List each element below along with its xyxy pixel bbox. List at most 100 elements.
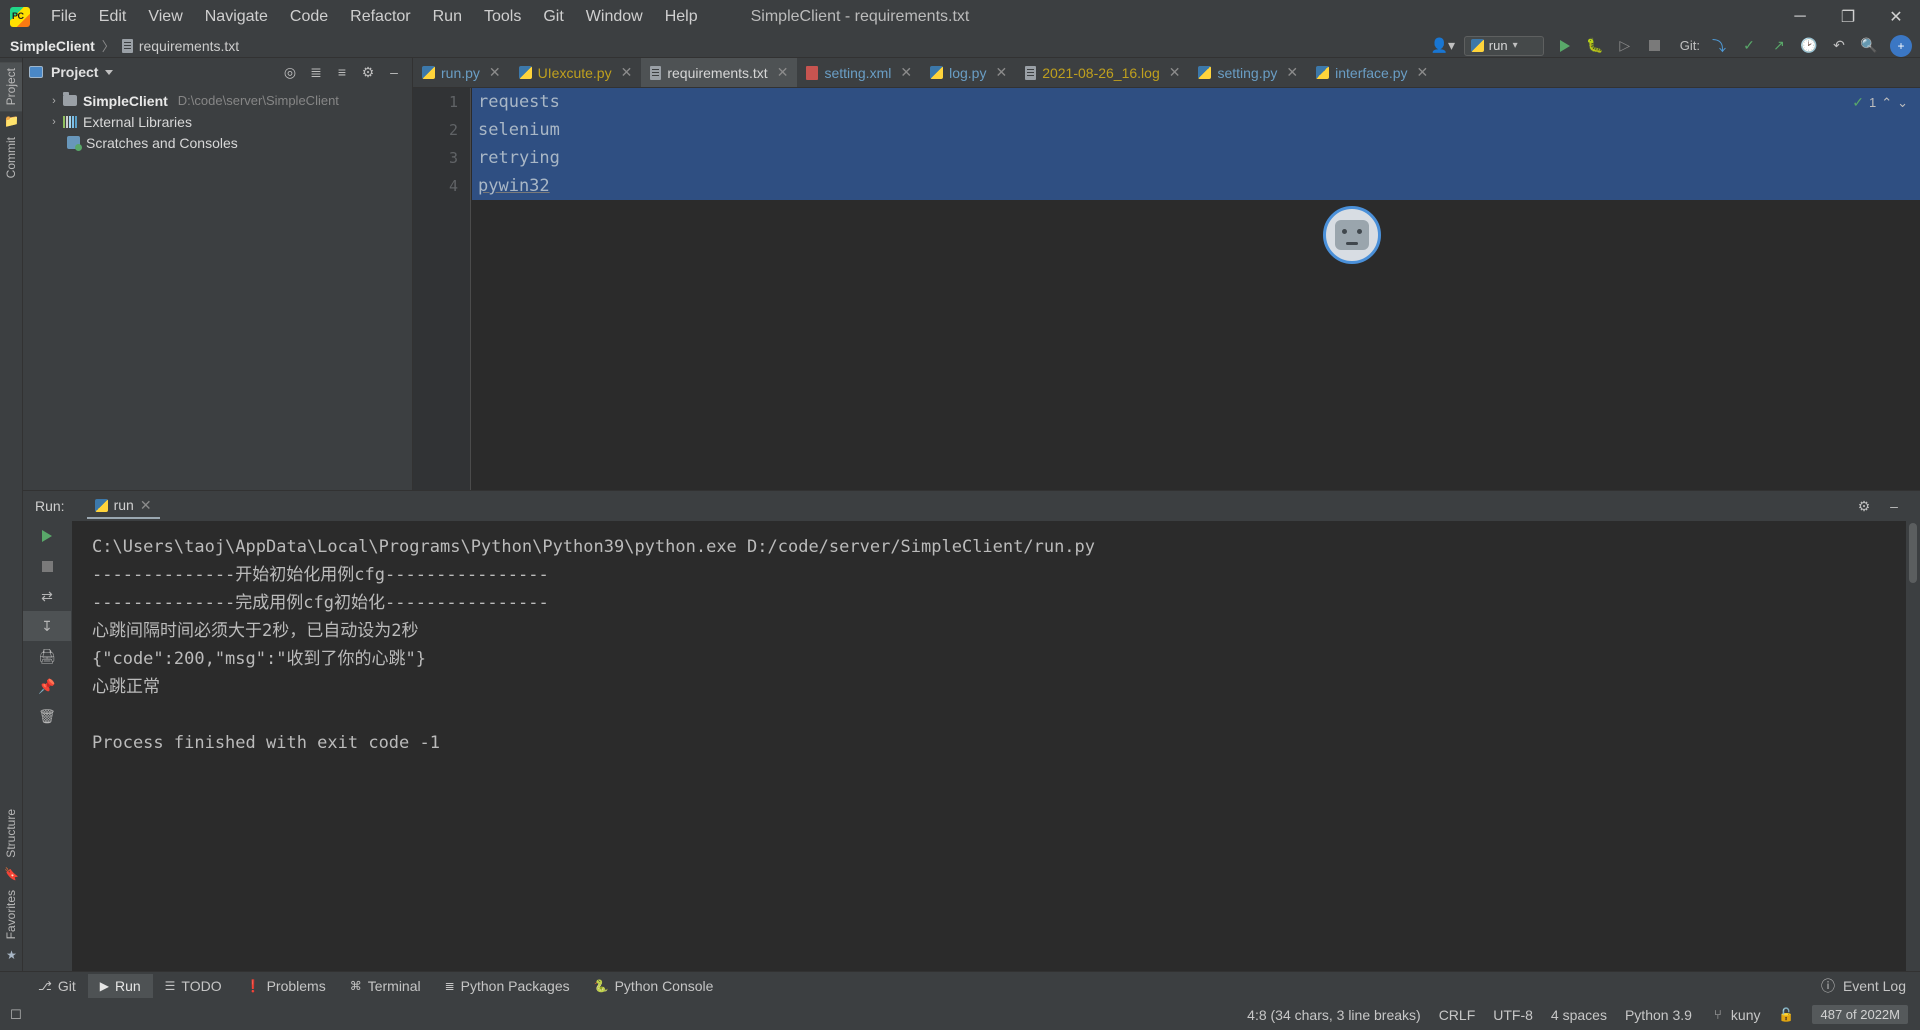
- tree-node-scratches[interactable]: Scratches and Consoles: [23, 132, 412, 153]
- code-line[interactable]: pywin32: [478, 172, 1920, 200]
- editor-tab-run-py[interactable]: run.py ✕: [413, 58, 510, 87]
- indent-setting[interactable]: 4 spaces: [1551, 1007, 1607, 1023]
- close-icon[interactable]: ✕: [900, 64, 912, 81]
- folder-icon[interactable]: 📁: [0, 111, 23, 131]
- lock-icon[interactable]: 🔓: [1778, 1007, 1794, 1023]
- history-clock-icon[interactable]: 🕑: [1794, 34, 1824, 58]
- bottom-tab-python-console[interactable]: 🐍 Python Console: [582, 974, 726, 998]
- soft-wrap-icon[interactable]: ⇄: [23, 581, 71, 611]
- run-coverage-icon[interactable]: ▷: [1610, 34, 1640, 58]
- editor-tab-2021-08-26_16-log[interactable]: 2021-08-26_16.log ✕: [1016, 58, 1189, 87]
- menu-code[interactable]: Code: [279, 4, 339, 30]
- chevron-up-icon[interactable]: ⌃: [1881, 95, 1892, 111]
- git-branch-widget[interactable]: ⑂ kuny: [1710, 1007, 1760, 1023]
- inspection-widget[interactable]: ✓ 1 ⌃ ⌄: [1852, 94, 1908, 111]
- bottom-tab-run[interactable]: ▶ Run: [87, 973, 153, 998]
- menu-edit[interactable]: Edit: [88, 4, 138, 30]
- scroll-to-end-icon[interactable]: ↧: [23, 611, 71, 641]
- editor-tab-interface-py[interactable]: interface.py ✕: [1307, 58, 1437, 87]
- user-icon[interactable]: 👤▾: [1428, 34, 1458, 58]
- editor-tab-requirements-txt[interactable]: requirements.txt ✕: [641, 58, 798, 87]
- close-icon[interactable]: ✕: [1286, 64, 1298, 81]
- settings-gear-icon[interactable]: ⚙: [356, 60, 380, 84]
- menu-help[interactable]: Help: [654, 4, 709, 30]
- bottom-tab-git[interactable]: ⎇ Git: [26, 974, 88, 998]
- menu-view[interactable]: View: [137, 4, 193, 30]
- bottom-tab-python-packages[interactable]: ≣ Python Packages: [433, 974, 582, 998]
- minimize-button[interactable]: ─: [1776, 0, 1824, 34]
- tree-node-external-libraries[interactable]: › External Libraries: [23, 111, 412, 132]
- settings-gear-icon[interactable]: ⚙: [1852, 494, 1876, 518]
- menu-window[interactable]: Window: [575, 4, 654, 30]
- run-configuration-selector[interactable]: run ▾: [1463, 35, 1544, 56]
- tree-node-simpleclient[interactable]: › SimpleClient D:\code\server\SimpleClie…: [23, 90, 412, 111]
- editor-tab-setting-xml[interactable]: setting.xml ✕: [797, 58, 921, 87]
- file-encoding[interactable]: UTF-8: [1493, 1007, 1533, 1023]
- sidebar-item-project[interactable]: Project: [0, 62, 22, 112]
- code-line[interactable]: requests: [478, 88, 1920, 116]
- editor-tab-log-py[interactable]: log.py ✕: [921, 58, 1016, 87]
- menu-file[interactable]: File: [40, 4, 88, 30]
- menu-refactor[interactable]: Refactor: [339, 4, 421, 30]
- close-button[interactable]: ✕: [1872, 0, 1920, 34]
- git-commit-check-icon[interactable]: ✓: [1734, 34, 1764, 58]
- close-icon[interactable]: ✕: [621, 64, 633, 81]
- close-icon[interactable]: ✕: [1417, 64, 1429, 81]
- close-icon[interactable]: ✕: [777, 64, 789, 81]
- caret-position[interactable]: 4:8 (34 chars, 3 line breaks): [1247, 1007, 1421, 1023]
- event-log-area[interactable]: ⓘ Event Log: [1821, 976, 1920, 996]
- memory-indicator[interactable]: 487 of 2022M: [1812, 1005, 1908, 1024]
- editor-tab-setting-py[interactable]: setting.py ✕: [1189, 58, 1307, 87]
- git-push-arrow-icon[interactable]: ↗: [1764, 34, 1794, 58]
- hide-minus-icon[interactable]: –: [382, 60, 406, 84]
- layout-toggle-icon[interactable]: ☐: [8, 1007, 24, 1023]
- run-triangle-icon[interactable]: [1550, 34, 1580, 58]
- rerun-play-icon[interactable]: [23, 521, 71, 551]
- locate-target-icon[interactable]: ◎: [278, 60, 302, 84]
- breadcrumb-file[interactable]: requirements.txt: [139, 38, 239, 54]
- star-icon[interactable]: ★: [0, 945, 23, 965]
- hide-minus-icon[interactable]: –: [1882, 494, 1906, 518]
- sidebar-item-favorites[interactable]: Favorites: [0, 884, 22, 945]
- chevron-down-icon[interactable]: ⌄: [1897, 95, 1908, 111]
- run-console[interactable]: C:\Users\taoj\AppData\Local\Programs\Pyt…: [72, 521, 1906, 972]
- editor-tab-uiexcute-py[interactable]: UIexcute.py ✕: [510, 58, 642, 87]
- stop-square-icon[interactable]: [1640, 34, 1670, 58]
- close-icon[interactable]: ✕: [140, 497, 152, 514]
- menu-tools[interactable]: Tools: [473, 4, 532, 30]
- editor-area[interactable]: 1 2 3 4 requests selenium retrying pywin32 ✓ 1…: [413, 88, 1920, 490]
- menu-git[interactable]: Git: [532, 4, 574, 30]
- code-line[interactable]: retrying: [478, 144, 1920, 172]
- expand-all-icon[interactable]: ≣: [304, 60, 328, 84]
- trash-icon[interactable]: 🗑: [23, 701, 71, 731]
- code-line[interactable]: selenium: [478, 116, 1920, 144]
- menu-run[interactable]: Run: [422, 4, 473, 30]
- close-icon[interactable]: ✕: [1169, 64, 1181, 81]
- chevron-right-icon[interactable]: ›: [47, 94, 61, 108]
- pin-icon[interactable]: 📌: [23, 671, 71, 701]
- bottom-tab-todo[interactable]: ☰ TODO: [153, 974, 234, 998]
- debug-bug-icon[interactable]: 🐛: [1580, 34, 1610, 58]
- stop-square-icon[interactable]: [23, 551, 71, 581]
- git-update-icon[interactable]: ⤵: [1704, 34, 1734, 58]
- close-icon[interactable]: ✕: [489, 64, 501, 81]
- search-magnifier-icon[interactable]: 🔍: [1854, 34, 1884, 58]
- sidebar-item-commit[interactable]: Commit: [0, 131, 22, 184]
- line-separator[interactable]: CRLF: [1439, 1007, 1476, 1023]
- menu-navigate[interactable]: Navigate: [194, 4, 279, 30]
- breadcrumb-project[interactable]: SimpleClient: [10, 38, 95, 54]
- bottom-tab-problems[interactable]: ❗ Problems: [234, 974, 338, 998]
- editor-code[interactable]: requests selenium retrying pywin32: [472, 88, 1920, 490]
- console-scrollbar[interactable]: [1906, 521, 1920, 972]
- sidebar-item-structure[interactable]: Structure: [0, 803, 22, 864]
- scrollbar-thumb[interactable]: [1909, 523, 1917, 583]
- undo-arrow-icon[interactable]: ↶: [1824, 34, 1854, 58]
- chevron-right-icon[interactable]: ›: [47, 115, 61, 129]
- print-icon[interactable]: 🖨: [23, 641, 71, 671]
- bookmark-icon[interactable]: 🔖: [0, 864, 23, 884]
- python-interpreter[interactable]: Python 3.9: [1625, 1007, 1692, 1023]
- chevron-down-icon[interactable]: [105, 69, 114, 75]
- close-icon[interactable]: ✕: [995, 64, 1007, 81]
- maximize-button[interactable]: ❐: [1824, 0, 1872, 34]
- run-tab[interactable]: run ✕: [86, 494, 160, 519]
